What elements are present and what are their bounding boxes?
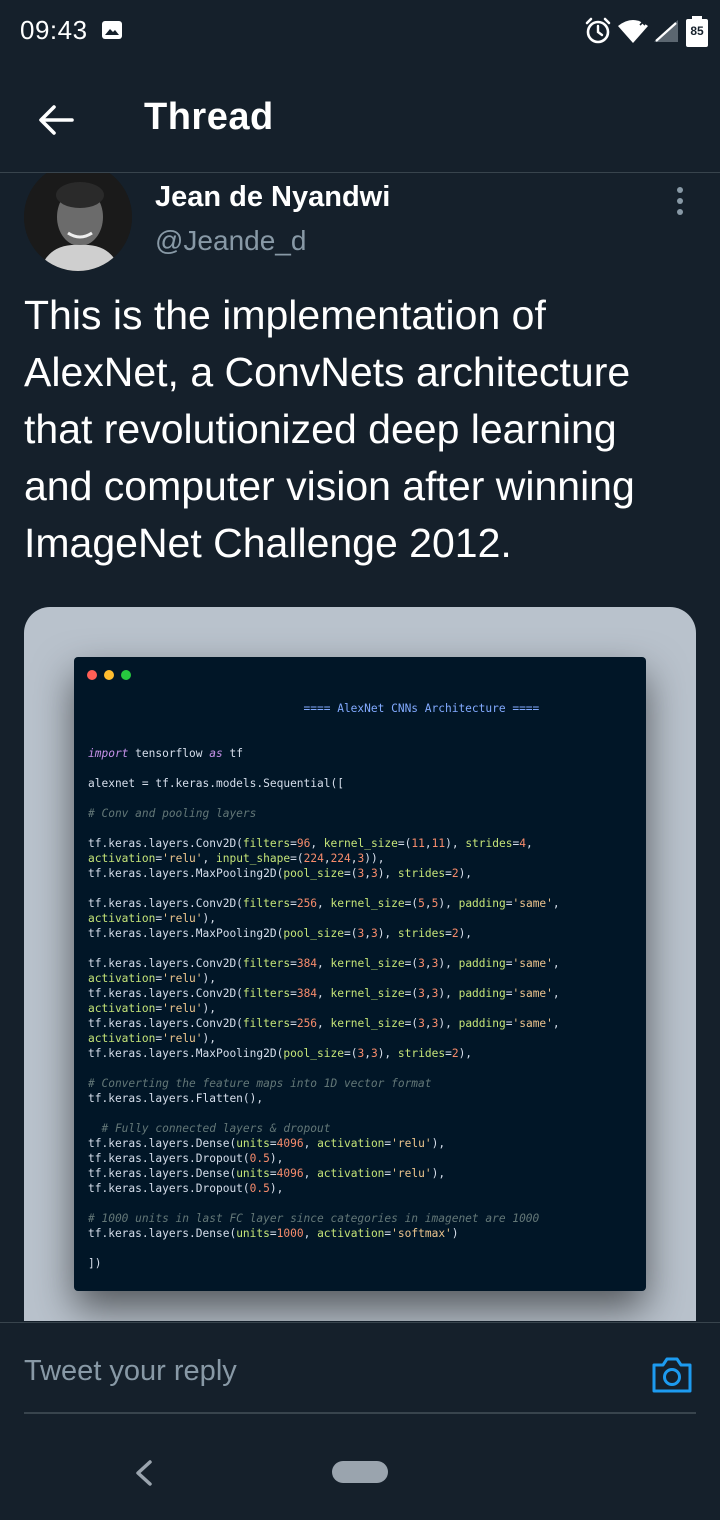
status-icons: 85 — [584, 14, 708, 48]
code-line: # 1000 units in last FC layer since cate… — [88, 1212, 540, 1225]
battery-level: 85 — [690, 24, 704, 38]
code-line: activation='relu'), — [88, 1002, 217, 1015]
status-time: 09:43 — [20, 15, 88, 45]
minimize-dot-icon — [104, 670, 114, 680]
code-line: activation='relu'), — [88, 1032, 217, 1045]
code-line: tf.keras.layers.Conv2D(filters=256, kern… — [88, 897, 560, 910]
code-line: ==== AlexNet CNNs Architecture ==== — [88, 702, 540, 715]
author-name[interactable]: Jean de Nyandwi — [155, 181, 390, 214]
code-line: tf.keras.layers.Dropout(0.5), — [88, 1182, 284, 1195]
window-controls — [87, 670, 131, 680]
code-line: # Conv and pooling layers — [88, 807, 257, 820]
avatar-image — [24, 173, 132, 271]
app-header: Thread — [0, 64, 720, 173]
code-line: tf.keras.layers.MaxPooling2D(pool_size=(… — [88, 867, 473, 880]
tweet-text: This is the implementation of AlexNet, a… — [24, 292, 635, 566]
tweet-media-image[interactable]: ==== AlexNet CNNs Architecture ==== impo… — [24, 607, 696, 1321]
camera-icon — [652, 1357, 692, 1393]
code-line: ]) — [88, 1257, 102, 1270]
author-handle[interactable]: @Jeande_d — [155, 225, 306, 257]
system-nav-bar — [0, 1415, 720, 1520]
code-line: # Fully connected layers & dropout — [88, 1122, 331, 1135]
nav-home-pill[interactable] — [332, 1461, 388, 1483]
code-line: import tensorflow as tf — [88, 747, 243, 760]
reply-bar: Tweet your reply — [0, 1322, 720, 1415]
status-bar: 09:43 85 — [0, 0, 720, 64]
code-line: tf.keras.layers.Conv2D(filters=96, kerne… — [88, 837, 533, 850]
code-line: tf.keras.layers.Conv2D(filters=384, kern… — [88, 987, 560, 1000]
battery-icon: 85 — [686, 16, 708, 47]
code-line: tf.keras.layers.Flatten(), — [88, 1092, 264, 1105]
camera-button[interactable] — [650, 1353, 694, 1397]
code-line: alexnet = tf.keras.models.Sequential([ — [88, 777, 344, 790]
wifi-icon — [618, 19, 648, 43]
code-line: tf.keras.layers.Dense(units=4096, activa… — [88, 1167, 446, 1180]
code-line: tf.keras.layers.MaxPooling2D(pool_size=(… — [88, 1047, 473, 1060]
code-line: tf.keras.layers.Dense(units=1000, activa… — [88, 1227, 459, 1240]
tweet: Jean de Nyandwi @Jeande_d This is the im… — [0, 173, 720, 1321]
signal-icon — [654, 20, 678, 42]
code-line: tf.keras.layers.MaxPooling2D(pool_size=(… — [88, 927, 473, 940]
code-line: activation='relu', input_shape=(224,224,… — [88, 852, 385, 865]
code-line: # Converting the feature maps into 1D ve… — [88, 1077, 432, 1090]
code-block: ==== AlexNet CNNs Architecture ==== impo… — [88, 701, 560, 1271]
more-vertical-icon[interactable] — [664, 179, 696, 223]
page-title: Thread — [144, 96, 274, 138]
reply-divider — [24, 1412, 696, 1414]
maximize-dot-icon — [121, 670, 131, 680]
reply-input[interactable]: Tweet your reply — [24, 1355, 237, 1388]
code-line: tf.keras.layers.Conv2D(filters=384, kern… — [88, 957, 560, 970]
image-notification-icon — [102, 21, 122, 39]
alarm-icon — [585, 17, 611, 44]
code-line: activation='relu'), — [88, 972, 217, 985]
arrow-left-icon — [39, 105, 74, 135]
back-button[interactable] — [30, 94, 82, 146]
code-line: tf.keras.layers.Dense(units=4096, activa… — [88, 1137, 446, 1150]
nav-back-icon[interactable] — [132, 1458, 156, 1488]
code-line: tf.keras.layers.Dropout(0.5), — [88, 1152, 284, 1165]
code-window: ==== AlexNet CNNs Architecture ==== impo… — [74, 657, 646, 1291]
close-dot-icon — [87, 670, 97, 680]
avatar[interactable] — [24, 173, 132, 271]
code-line: activation='relu'), — [88, 912, 217, 925]
code-line: tf.keras.layers.Conv2D(filters=256, kern… — [88, 1017, 560, 1030]
